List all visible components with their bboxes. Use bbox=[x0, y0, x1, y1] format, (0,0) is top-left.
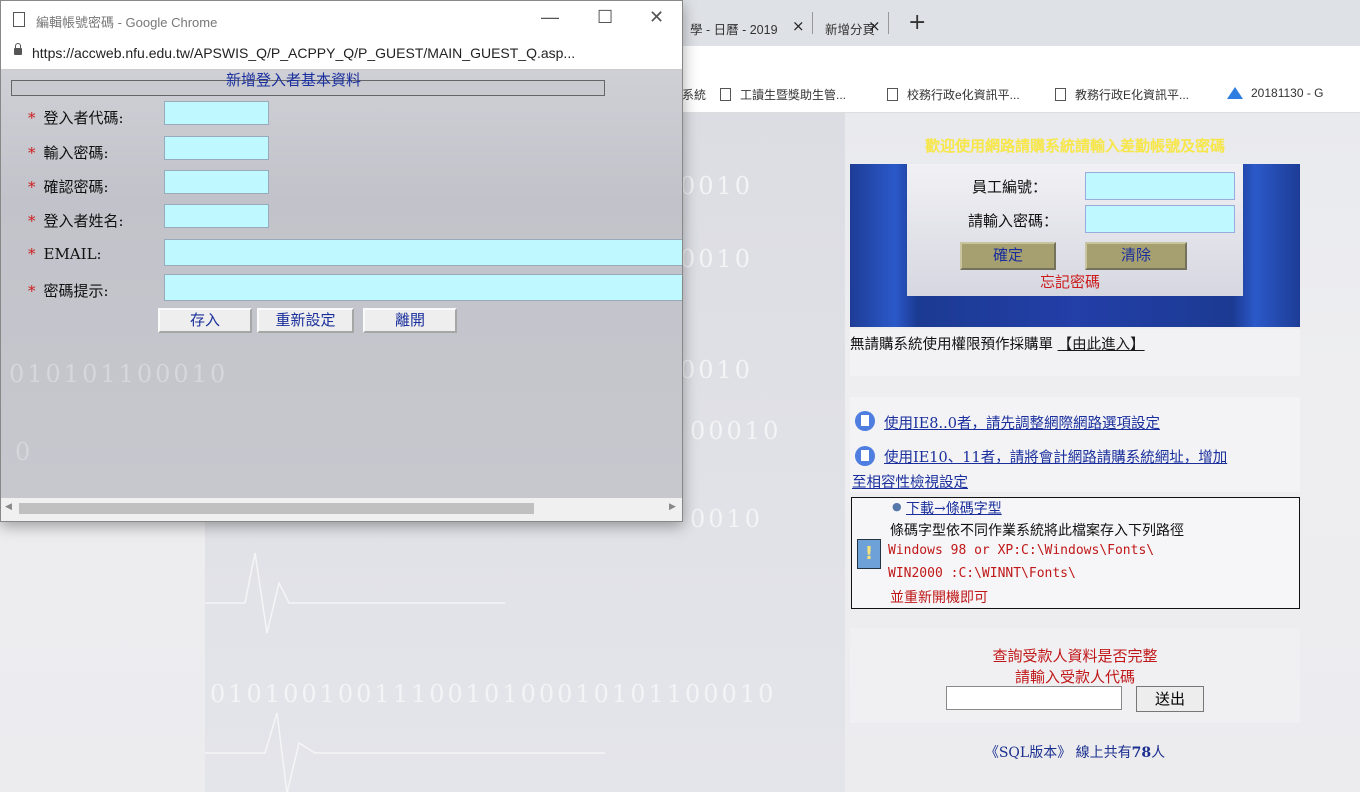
drive-icon bbox=[1227, 87, 1243, 99]
clear-button[interactable]: 清除 bbox=[1085, 242, 1187, 270]
query-prompt: 請輸入受款人代碼 bbox=[1014, 668, 1135, 686]
reset-button[interactable]: 重新設定 bbox=[257, 308, 354, 333]
bookmark-item[interactable]: 校務行政e化資訊平... bbox=[887, 86, 1020, 103]
form-fieldset: 新增登入者基本資料 bbox=[11, 71, 605, 96]
background-digits: 0010 bbox=[680, 245, 754, 273]
email-label: * EMAIL: bbox=[28, 245, 102, 263]
background-digits: 0010 bbox=[680, 356, 754, 384]
online-count: 78 bbox=[1131, 745, 1152, 761]
password-input[interactable] bbox=[164, 136, 269, 160]
font-path-xp: Windows 98 or XP:C:\Windows\Fonts\ bbox=[888, 543, 1155, 558]
background-digits: 010101100010 bbox=[9, 360, 229, 388]
bullet-icon: ● bbox=[892, 500, 902, 513]
password-label: 請輸入密碼： bbox=[968, 212, 1059, 230]
popup-title-bar: 編輯帳號密碼 - Google Chrome — ☐ ✕ bbox=[1, 1, 682, 37]
font-restart-note: 並重新開機即可 bbox=[890, 590, 988, 606]
tab-separator bbox=[812, 12, 813, 34]
bookmark-item[interactable]: 工讀生暨獎助生管... bbox=[720, 86, 846, 103]
close-icon[interactable]: ✕ bbox=[649, 7, 664, 28]
login-name-input[interactable] bbox=[164, 204, 269, 228]
confirm-password-label: * 確認密碼: bbox=[28, 178, 109, 196]
font-path-2000: WIN2000 :C:\WINNT\Fonts\ bbox=[888, 566, 1076, 581]
page-icon bbox=[13, 12, 25, 27]
background-digits: 0010 bbox=[680, 172, 754, 200]
save-button[interactable]: 存入 bbox=[158, 308, 252, 333]
tab-separator bbox=[888, 12, 889, 34]
page-icon bbox=[720, 88, 731, 101]
popup-content: 010101100010 0 新增登入者基本資料 * 登入者代碼: * 輸入密碼: … bbox=[1, 70, 682, 498]
online-status: 《SQL版本》 線上共有78人 bbox=[984, 745, 1166, 761]
ie8-settings-link[interactable]: 使用IE8..0者，請先調整網際網路選項設定 bbox=[884, 412, 1160, 433]
bookmark-item[interactable]: 20181130 - G bbox=[1227, 86, 1324, 100]
login-name-label: * 登入者姓名: bbox=[28, 212, 124, 230]
font-download-link[interactable]: 下載→條碼字型 bbox=[906, 498, 1002, 518]
popup-window: 編輯帳號密碼 - Google Chrome — ☐ ✕ https://acc… bbox=[0, 0, 683, 522]
form-legend: 新增登入者基本資料 bbox=[226, 71, 362, 89]
password-hint-label: * 密碼提示: bbox=[28, 282, 109, 300]
query-title: 查詢受款人資料是否完整 bbox=[992, 647, 1158, 665]
payee-code-input[interactable] bbox=[946, 686, 1122, 710]
bookmark-item[interactable]: 系統 bbox=[682, 86, 706, 103]
employee-id-label: 員工編號： bbox=[972, 178, 1048, 196]
tab-label: 學 - 日曆 - 2019 bbox=[690, 22, 778, 37]
page-icon bbox=[887, 88, 898, 101]
maximize-icon[interactable]: ☐ bbox=[597, 7, 613, 28]
confirm-button[interactable]: 確定 bbox=[960, 242, 1056, 270]
popup-url: https://accweb.nfu.edu.tw/APSWIS_Q/P_ACP… bbox=[32, 45, 576, 61]
email-input[interactable] bbox=[164, 239, 682, 266]
horizontal-scrollbar[interactable]: ◀ ▶ bbox=[1, 498, 682, 521]
scroll-left-icon[interactable]: ◀ bbox=[5, 502, 12, 512]
ie10-settings-link-cont[interactable]: 至相容性檢視設定 bbox=[852, 471, 968, 492]
bookmark-item[interactable]: 教務行政E化資訊平... bbox=[1055, 86, 1189, 103]
document-icon bbox=[855, 446, 875, 466]
password-label: * 輸入密碼: bbox=[28, 144, 109, 162]
background-digits: 0010 bbox=[690, 505, 764, 533]
ie10-settings-link[interactable]: 使用IE10、11者，請將會計網路請購系統網址，增加 bbox=[884, 446, 1227, 467]
scrollbar-thumb[interactable] bbox=[19, 503, 534, 514]
new-tab-icon[interactable]: + bbox=[908, 10, 926, 35]
background-digits: 00010 bbox=[690, 417, 782, 445]
login-header: 歡迎使用網路請購系統請輸入差勤帳號及密碼 bbox=[924, 137, 1225, 155]
login-id-label: * 登入者代碼: bbox=[28, 109, 124, 127]
login-id-input[interactable] bbox=[164, 101, 269, 125]
leave-button[interactable]: 離開 bbox=[363, 308, 457, 333]
scroll-right-icon[interactable]: ▶ bbox=[669, 502, 676, 512]
confirm-password-input[interactable] bbox=[164, 170, 269, 194]
send-button[interactable]: 送出 bbox=[1136, 686, 1204, 712]
employee-id-input[interactable] bbox=[1085, 172, 1235, 200]
font-description: 條碼字型依不同作業系統將此檔案存入下列路徑 bbox=[890, 523, 1184, 539]
background-digits: 0 bbox=[15, 438, 34, 466]
tab-calendar[interactable]: 學 - 日曆 - 2019 bbox=[690, 10, 778, 46]
background-digits: 0101001001110010100010101100010 bbox=[210, 680, 777, 708]
popup-address-bar[interactable]: https://accweb.nfu.edu.tw/APSWIS_Q/P_ACP… bbox=[1, 37, 682, 70]
document-icon bbox=[855, 411, 875, 431]
alert-icon: ! bbox=[857, 539, 881, 569]
forgot-password-link[interactable]: 忘記密碼 bbox=[1040, 271, 1100, 292]
page-icon bbox=[1055, 88, 1066, 101]
password-input[interactable] bbox=[1085, 205, 1235, 233]
password-hint-input[interactable] bbox=[164, 274, 682, 301]
no-access-link[interactable]: 【由此進入】 bbox=[1058, 337, 1145, 353]
lock-icon bbox=[14, 43, 22, 55]
minimize-icon[interactable]: — bbox=[541, 7, 559, 28]
tab-close-icon[interactable]: × bbox=[868, 17, 881, 35]
popup-title: 編輯帳號密碼 - Google Chrome bbox=[36, 15, 218, 30]
no-access-text: 無請購系統使用權限預作採購單 【由此進入】 bbox=[850, 337, 1145, 353]
tab-close-icon[interactable]: × bbox=[792, 17, 805, 35]
